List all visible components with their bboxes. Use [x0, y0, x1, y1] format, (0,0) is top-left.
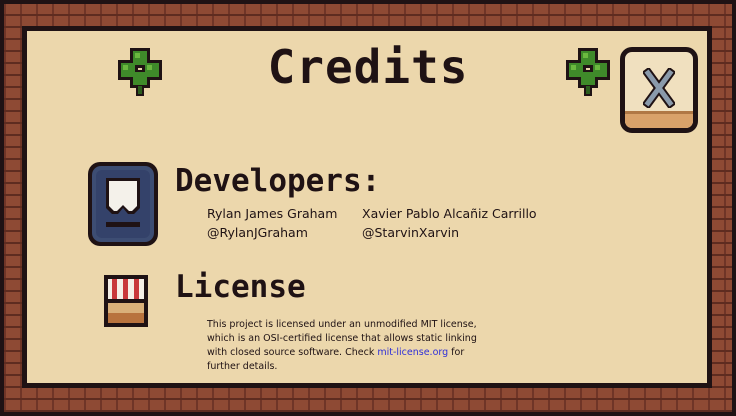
clover-icon: [118, 48, 162, 96]
clover-icon: [566, 48, 610, 96]
developers-heading: Developers:: [175, 163, 381, 199]
license-heading: License: [175, 269, 306, 305]
developer-handle: @StarvinXarvin: [362, 225, 460, 240]
developer-handle: @RylanJGraham: [207, 225, 308, 240]
license-description: This project is licensed under an unmodi…: [207, 318, 492, 374]
developer-avatar-icon: [88, 162, 158, 246]
close-button[interactable]: [620, 47, 698, 133]
close-button-base: [625, 111, 693, 128]
mit-license-link[interactable]: mit-license.org: [377, 347, 448, 358]
license-shop-icon: [104, 275, 148, 327]
developer-name: Rylan James Graham: [207, 206, 338, 221]
close-x-icon: [643, 68, 675, 108]
developer-name: Xavier Pablo Alcañiz Carrillo: [362, 206, 537, 221]
